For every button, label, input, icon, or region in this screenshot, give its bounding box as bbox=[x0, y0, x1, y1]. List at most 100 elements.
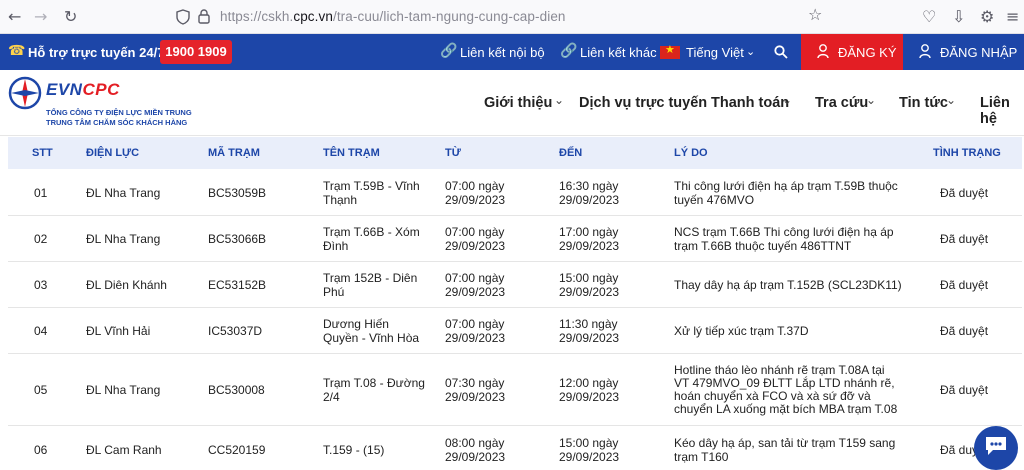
menu-icon[interactable]: ≡ bbox=[1006, 8, 1019, 26]
cell-den: 17:00 ngày bbox=[559, 225, 619, 239]
cell-dien-luc: ĐL Nha Trang bbox=[86, 232, 161, 246]
cell-ly-do: trạm T160 bbox=[674, 450, 729, 464]
nav-lien-he[interactable]: Liên hệ bbox=[980, 95, 1024, 127]
cell-ten-tram: Phú bbox=[323, 285, 345, 299]
chevron-down-icon: ⌄ bbox=[782, 93, 793, 107]
cell-tu: 29/09/2023 bbox=[445, 239, 506, 253]
logo-text[interactable]: EVNCPC bbox=[46, 80, 120, 100]
cell-den: 15:00 ngày bbox=[559, 436, 619, 450]
cell-tinh-trang: Đã duyệt bbox=[940, 186, 989, 200]
cell-ly-do: Thay dây hạ áp trạm T.152B (SCL23DK11) bbox=[674, 278, 902, 292]
logo-subtitle-2: TRUNG TÂM CHĂM SÓC KHÁCH HÀNG bbox=[46, 118, 188, 127]
cell-tinh-trang: Đã duyệt bbox=[940, 232, 989, 246]
header-den: ĐẾN bbox=[559, 147, 583, 159]
search-icon[interactable] bbox=[774, 45, 788, 59]
table-header: STT ĐIỆN LỰC MÃ TRẠM TÊN TRẠM TỪ ĐẾN LÝ … bbox=[8, 137, 1022, 169]
cell-ma-tram: BC53059B bbox=[208, 186, 267, 200]
url-path: /tra-cuu/lich-tam-ngung-cung-cap-dien bbox=[332, 9, 566, 24]
cell-ma-tram: IC53037D bbox=[208, 324, 263, 338]
cell-ten-tram: 2/4 bbox=[323, 390, 340, 404]
cell-tu: 07:00 ngày bbox=[445, 317, 505, 331]
header-dien-luc: ĐIỆN LỰC bbox=[86, 147, 140, 159]
cell-den: 29/09/2023 bbox=[559, 239, 620, 253]
cell-ten-tram: Thạnh bbox=[323, 193, 358, 207]
address-bar[interactable]: https://cskh.cpc.vn/tra-cuu/lich-tam-ngu… bbox=[168, 4, 834, 30]
register-label: ĐĂNG KÝ bbox=[838, 45, 897, 60]
cell-ly-do: tuyến 476MVO bbox=[674, 193, 755, 207]
cell-tinh-trang: Đã duyệt bbox=[940, 278, 989, 292]
user-icon bbox=[919, 44, 931, 59]
register-button[interactable]: ĐĂNG KÝ bbox=[801, 34, 903, 70]
hotline-label: Hỗ trợ trực tuyến 24/7: bbox=[28, 45, 169, 60]
cell-ly-do: chuyển LA xuống mặt bích MBA trạm T.08 bbox=[674, 402, 898, 416]
logo-evn: EVN bbox=[46, 80, 83, 99]
reload-icon[interactable]: ↻ bbox=[64, 8, 77, 26]
cell-den: 12:00 ngày bbox=[559, 376, 619, 390]
user-icon bbox=[817, 44, 829, 59]
cell-tu: 29/09/2023 bbox=[445, 390, 506, 404]
evn-logo-icon[interactable] bbox=[8, 76, 42, 110]
cell-stt: 04 bbox=[34, 324, 48, 338]
table-row: 05 ĐL Nha Trang BC530008 Trạm T.08 - Đườ… bbox=[8, 354, 1022, 426]
table-row: 02 ĐL Nha Trang BC53066B Trạm T.66B - Xó… bbox=[8, 216, 1022, 262]
cell-ma-tram: BC530008 bbox=[208, 383, 265, 397]
lock-icon bbox=[198, 9, 210, 24]
hotline-number[interactable]: 1900 1909 bbox=[160, 40, 232, 64]
nav-tin-tuc[interactable]: Tin tức bbox=[899, 95, 948, 111]
cell-tu: 07:00 ngày bbox=[445, 225, 505, 239]
cell-tu: 07:00 ngày bbox=[445, 271, 505, 285]
chevron-down-icon: ⌄ bbox=[554, 93, 565, 107]
link-icon: 🔗 bbox=[440, 43, 458, 59]
vietnam-flag-icon: ★ bbox=[660, 43, 680, 59]
extensions-icon[interactable]: ⚙ bbox=[980, 8, 994, 26]
url-prefix: https://cskh. bbox=[220, 9, 294, 24]
cell-ten-tram: Trạm 152B - Diên bbox=[323, 271, 418, 285]
cell-ten-tram: Dương Hiến bbox=[323, 317, 389, 331]
login-button[interactable]: ĐĂNG NHẬP bbox=[903, 34, 1024, 70]
language-selector[interactable]: Tiếng Việt bbox=[686, 45, 744, 60]
download-icon[interactable]: ⇩ bbox=[952, 8, 965, 26]
nav-thanh-toan[interactable]: Thanh toán bbox=[711, 95, 789, 111]
cell-den: 29/09/2023 bbox=[559, 193, 620, 207]
chat-button[interactable] bbox=[974, 426, 1018, 470]
header-stt: STT bbox=[32, 147, 53, 159]
cell-tinh-trang: Đã duyệt bbox=[940, 383, 989, 397]
bookmark-star-icon[interactable]: ☆ bbox=[808, 6, 822, 24]
cell-stt: 01 bbox=[34, 186, 48, 200]
cell-tu: 07:30 ngày bbox=[445, 376, 505, 390]
nav-gioi-thieu[interactable]: Giới thiệu bbox=[484, 95, 552, 111]
cell-den: 29/09/2023 bbox=[559, 450, 620, 464]
nav-dich-vu-truc-tuyen[interactable]: Dịch vụ trực tuyến bbox=[579, 95, 707, 111]
pocket-icon[interactable]: ♡ bbox=[922, 8, 936, 26]
cell-ly-do: Xử lý tiếp xúc trạm T.37D bbox=[674, 324, 809, 338]
logo-cpc: CPC bbox=[82, 80, 120, 99]
header-tu: TỪ bbox=[445, 147, 461, 159]
url-text: https://cskh.cpc.vn/tra-cuu/lich-tam-ngu… bbox=[220, 9, 566, 24]
forward-icon[interactable]: → bbox=[34, 8, 47, 26]
header-ma-tram: MÃ TRẠM bbox=[208, 147, 260, 159]
cell-ten-tram: Đình bbox=[323, 239, 349, 253]
back-icon[interactable]: ← bbox=[8, 8, 21, 26]
cell-ten-tram: Trạm T.08 - Đường bbox=[323, 376, 425, 390]
nav-tra-cuu[interactable]: Tra cứu bbox=[815, 95, 868, 111]
shield-icon bbox=[176, 9, 190, 25]
table-row: 01 ĐL Nha Trang BC53059B Trạm T.59B - Vĩ… bbox=[8, 169, 1022, 216]
header-tinh-trang: TÌNH TRẠNG bbox=[933, 147, 1001, 159]
internal-link[interactable]: Liên kết nội bộ bbox=[460, 45, 545, 60]
cell-den: 15:00 ngày bbox=[559, 271, 619, 285]
chevron-down-icon: ⌄ bbox=[866, 93, 877, 107]
cell-tu: 29/09/2023 bbox=[445, 450, 506, 464]
login-label: ĐĂNG NHẬP bbox=[940, 45, 1018, 60]
cell-stt: 02 bbox=[34, 232, 48, 246]
cell-den: 29/09/2023 bbox=[559, 285, 620, 299]
browser-toolbar: ← → ↻ https://cskh.cpc.vn/tra-cuu/lich-t… bbox=[0, 0, 1024, 34]
other-link[interactable]: Liên kết khác bbox=[580, 45, 657, 60]
cell-ten-tram: Quyền - Vĩnh Hòa bbox=[323, 331, 420, 345]
header-ten-tram: TÊN TRẠM bbox=[323, 147, 380, 159]
cell-dien-luc: ĐL Diên Khánh bbox=[86, 278, 167, 292]
logo-subtitle-1: TỔNG CÔNG TY ĐIỆN LỰC MIỀN TRUNG bbox=[46, 108, 192, 117]
cell-den: 11:30 ngày bbox=[559, 317, 618, 331]
chevron-down-icon: ⌄ bbox=[746, 45, 756, 58]
cell-tu: 29/09/2023 bbox=[445, 285, 506, 299]
outage-schedule-table: STT ĐIỆN LỰC MÃ TRẠM TÊN TRẠM TỪ ĐẾN LÝ … bbox=[8, 137, 1024, 465]
